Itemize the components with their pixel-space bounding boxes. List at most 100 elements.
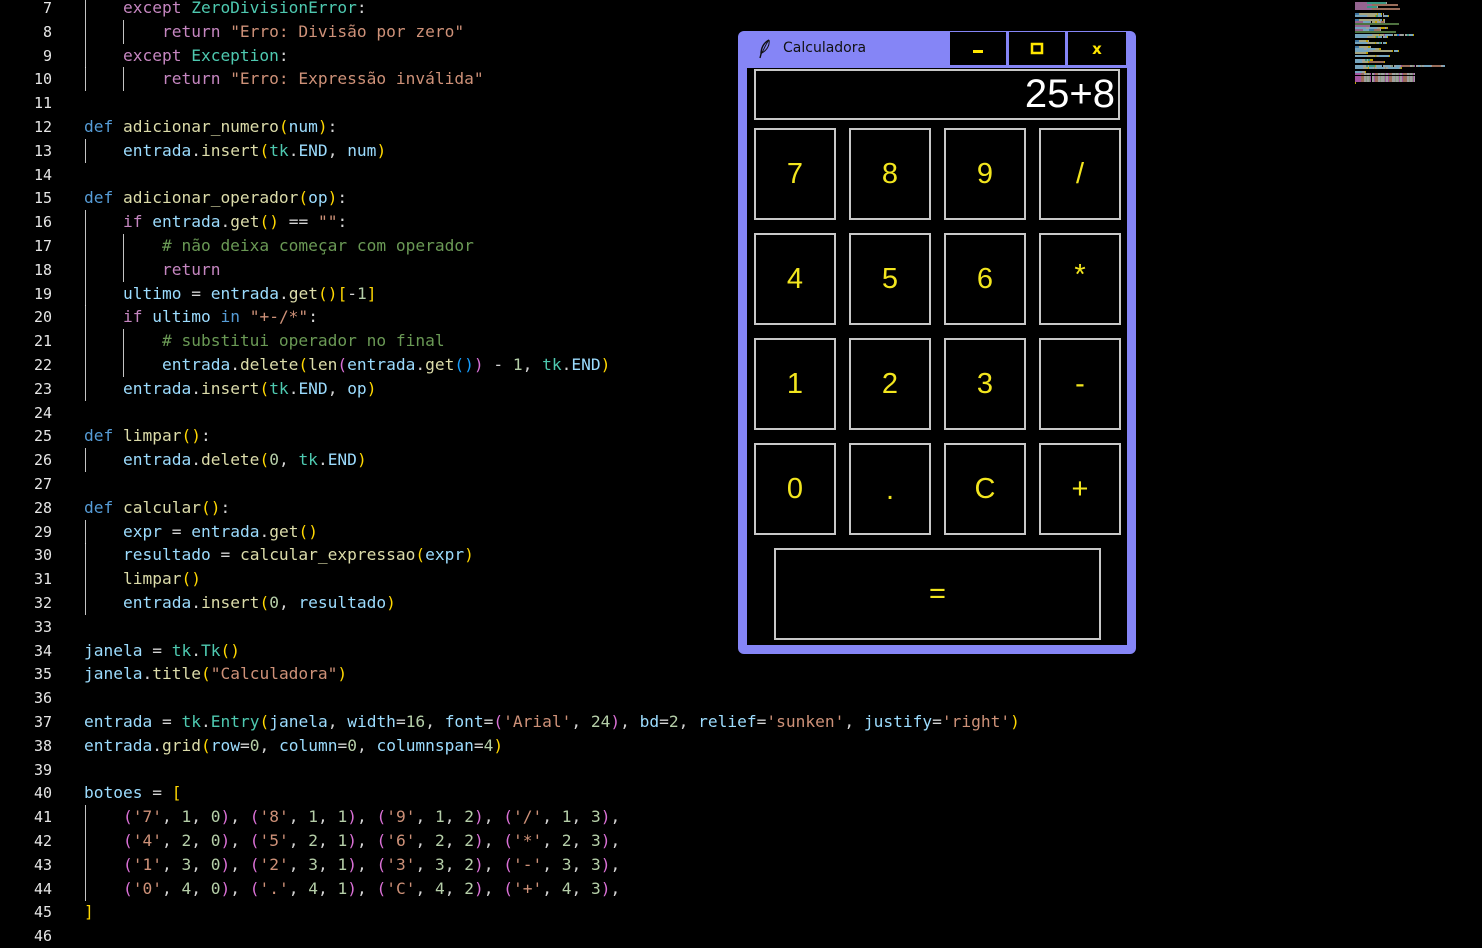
minimap-mark xyxy=(1372,50,1393,53)
code-line[interactable]: 12 def adicionar_numero(num): xyxy=(0,115,1340,139)
minimap-mark xyxy=(1402,65,1410,67)
code-line[interactable]: 38 entrada.grid(row=0, column=0, columnsp… xyxy=(0,734,1340,758)
code-line[interactable]: 25 def limpar(): xyxy=(0,424,1340,448)
code-line[interactable]: 36 xyxy=(0,686,1340,710)
line-number: 31 xyxy=(33,570,52,589)
maximize-button[interactable] xyxy=(1008,31,1066,66)
code-text: except ZeroDivisionError: xyxy=(84,0,367,17)
code-line[interactable]: 19 ultimo = entrada.get()[-1] xyxy=(0,281,1340,306)
line-number: 30 xyxy=(33,546,52,565)
code-line[interactable]: 41 ('7', 1, 0), ('8', 1, 1), ('9', 1, 2)… xyxy=(0,805,1340,830)
indent-guide xyxy=(85,448,86,473)
key-equals[interactable]: = xyxy=(774,548,1101,640)
code-line[interactable]: 10 return "Erro: Expressão inválida" xyxy=(0,67,1340,92)
calculator-window[interactable]: Calculadora x 25+8 7 8 9/ 4 5 6 * 1 2 3- 0. C + = xyxy=(738,31,1136,654)
code-text: ('0', 4, 0), ('.', 4, 1), ('C', 4, 2), (… xyxy=(84,878,621,898)
code-line[interactable]: 33 xyxy=(0,615,1340,639)
line-number: 27 xyxy=(33,475,52,493)
code-line[interactable]: 45] xyxy=(0,900,1340,924)
minimap-mark xyxy=(1355,41,1368,44)
close-button[interactable]: x xyxy=(1067,31,1127,66)
feather-icon xyxy=(759,39,770,59)
key-minus[interactable]: - xyxy=(1039,338,1121,430)
code-line[interactable]: 35 janela.title("Calculadora") xyxy=(0,662,1340,686)
code-line[interactable]: 18 return xyxy=(0,257,1340,282)
calculator-display[interactable]: 25+8 xyxy=(754,69,1120,120)
indent-guide xyxy=(85,329,86,354)
line-number: 9 xyxy=(42,46,52,65)
code-line[interactable]: 26 entrada.delete(0, tk.END) xyxy=(0,448,1340,473)
title-bar[interactable]: Calculadora x xyxy=(738,31,1136,68)
code-line[interactable]: 8 return "Erro: Divisão por zero" xyxy=(0,19,1340,44)
code-text: ultimo = entrada.get()[-1] xyxy=(84,283,377,303)
code-line[interactable]: 39 xyxy=(0,758,1340,782)
code-line[interactable]: 31 limpar() xyxy=(0,567,1340,592)
minimize-button[interactable] xyxy=(949,31,1007,66)
code-line[interactable]: 34 janela = tk.Tk() xyxy=(0,639,1340,663)
minimap-mark xyxy=(1368,35,1375,38)
line-number: 25 xyxy=(33,427,52,446)
code-line[interactable]: 46 xyxy=(0,924,1340,948)
indent-guide xyxy=(123,329,125,354)
code-line[interactable]: 42 ('4', 2, 0), ('5', 2, 1), ('6', 2, 2)… xyxy=(0,829,1340,853)
code-line[interactable]: 22 entrada.delete(len(entrada.get()) - 1… xyxy=(0,353,1340,377)
code-line[interactable]: 29 expr = entrada.get() xyxy=(0,519,1340,544)
key-6[interactable]: 6 xyxy=(944,233,1026,325)
code-line[interactable]: 24 xyxy=(0,401,1340,425)
code-line[interactable]: 37 entrada = tk.Entry(janela, width=16, f… xyxy=(0,710,1340,734)
minimap-mark xyxy=(1369,60,1384,63)
line-number: 44 xyxy=(33,879,52,898)
code-line[interactable]: 7 except ZeroDivisionError: xyxy=(0,0,1340,20)
key-plus[interactable]: + xyxy=(1039,443,1121,535)
key-8[interactable]: 8 xyxy=(849,128,931,220)
minimap-mark xyxy=(1355,81,1357,84)
indent-guide xyxy=(85,852,86,877)
code-line[interactable]: 43 ('1', 3, 0), ('2', 3, 1), ('3', 3, 2)… xyxy=(0,852,1340,877)
indent-guide xyxy=(85,67,86,92)
code-line[interactable]: 44 ('0', 4, 0), ('.', 4, 1), ('C', 4, 2)… xyxy=(0,876,1340,901)
code-line[interactable]: 16 if entrada.get() == "": xyxy=(0,210,1340,235)
code-text: # substitui operador no final xyxy=(84,331,445,351)
key-7[interactable]: 7 xyxy=(754,128,836,220)
minimap-mark xyxy=(1355,67,1363,70)
line-number: 10 xyxy=(33,70,52,89)
code-line[interactable]: 21 # substitui operador no final xyxy=(0,329,1340,354)
key-4[interactable]: 4 xyxy=(754,233,836,325)
key-5[interactable]: 5 xyxy=(849,233,931,325)
code-text: entrada.insert(0, resultado) xyxy=(84,593,396,612)
line-number: 39 xyxy=(33,760,52,779)
code-line[interactable]: 11 xyxy=(0,91,1340,115)
line-number: 16 xyxy=(33,213,52,232)
code-line[interactable]: 9 except Exception: xyxy=(0,43,1340,68)
key-clear[interactable]: C xyxy=(944,443,1026,535)
key-9[interactable]: 9 xyxy=(944,128,1026,220)
code-line[interactable]: 32 entrada.insert(0, resultado) xyxy=(0,591,1340,615)
code-line[interactable]: 28 def calcular(): xyxy=(0,496,1340,520)
code-line[interactable]: 20 if ultimo in "+-/*": xyxy=(0,305,1340,330)
code-line[interactable]: 15 def adicionar_operador(op): xyxy=(0,186,1340,210)
key-1[interactable]: 1 xyxy=(754,338,836,430)
code-line[interactable]: 27 xyxy=(0,472,1340,496)
key-multiply[interactable]: * xyxy=(1039,233,1121,325)
line-number: 21 xyxy=(33,332,52,351)
key-divide[interactable]: / xyxy=(1039,128,1121,220)
key-2[interactable]: 2 xyxy=(849,338,931,430)
code-line[interactable]: 17 # não deixa começar com operador xyxy=(0,234,1340,258)
maximize-icon xyxy=(1030,42,1044,54)
minimap-mark xyxy=(1389,54,1391,57)
minimap-mark xyxy=(1368,54,1375,57)
line-number: 36 xyxy=(33,689,52,708)
indent-guide xyxy=(85,376,86,401)
minimap[interactable] xyxy=(1350,0,1460,100)
code-line[interactable]: 14 xyxy=(0,163,1340,187)
line-number: 7 xyxy=(42,0,52,17)
key-dot[interactable]: . xyxy=(849,443,931,535)
code-editor[interactable]: 7 except ZeroDivisionError: 8 return "Err… xyxy=(0,0,1340,945)
code-line[interactable]: 23 entrada.insert(tk.END, op) xyxy=(0,376,1340,401)
key-0[interactable]: 0 xyxy=(754,443,836,535)
code-line[interactable]: 13 entrada.insert(tk.END, num) xyxy=(0,138,1340,163)
line-number: 42 xyxy=(33,832,52,850)
key-3[interactable]: 3 xyxy=(944,338,1026,430)
code-line[interactable]: 30 resultado = calcular_expressao(expr) xyxy=(0,543,1340,568)
code-line[interactable]: 40 botoes = [ xyxy=(0,781,1340,805)
